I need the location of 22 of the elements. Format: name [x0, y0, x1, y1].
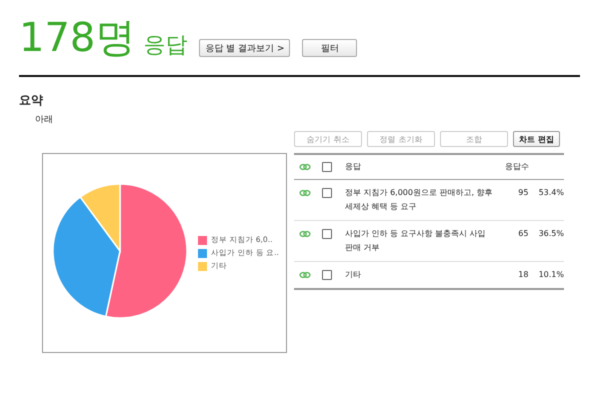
checkbox[interactable] [322, 162, 332, 172]
header-button[interactable]: 필터 [302, 39, 358, 57]
answer-text: 사입가 인하 등 요구사항 불충족시 사입 판매 거부 [345, 228, 487, 254]
response-count: 178명 [19, 14, 136, 62]
checkbox[interactable] [322, 270, 332, 280]
response-count-cell-text: 65 [517, 228, 528, 240]
toolbar-button[interactable]: 차트 편집 [513, 131, 560, 147]
header-button[interactable]: 응답 별 결과보기 > [199, 39, 290, 57]
answer-text: 정부 지침가 6,000원으로 판매하고, 향후 세제상 혜택 등 요구 [345, 187, 494, 213]
percent-cell-text: 10.1% [538, 269, 564, 281]
checkbox[interactable] [322, 229, 332, 239]
column-header: 응답 [345, 161, 362, 173]
response-count-cell-text: 95 [517, 187, 528, 199]
percent-cell-text: 36.5% [538, 228, 564, 240]
answer-text: 기타 [345, 269, 362, 281]
response-count-cell-text: 18 [517, 269, 528, 281]
checkbox[interactable] [322, 188, 332, 198]
section-title: 요약 [19, 92, 44, 109]
section-subtitle: 아래 [35, 114, 54, 126]
response-label: 응답 [143, 32, 188, 60]
column-header: 응답수 [505, 161, 529, 173]
percent-cell-text: 53.4% [538, 187, 564, 199]
